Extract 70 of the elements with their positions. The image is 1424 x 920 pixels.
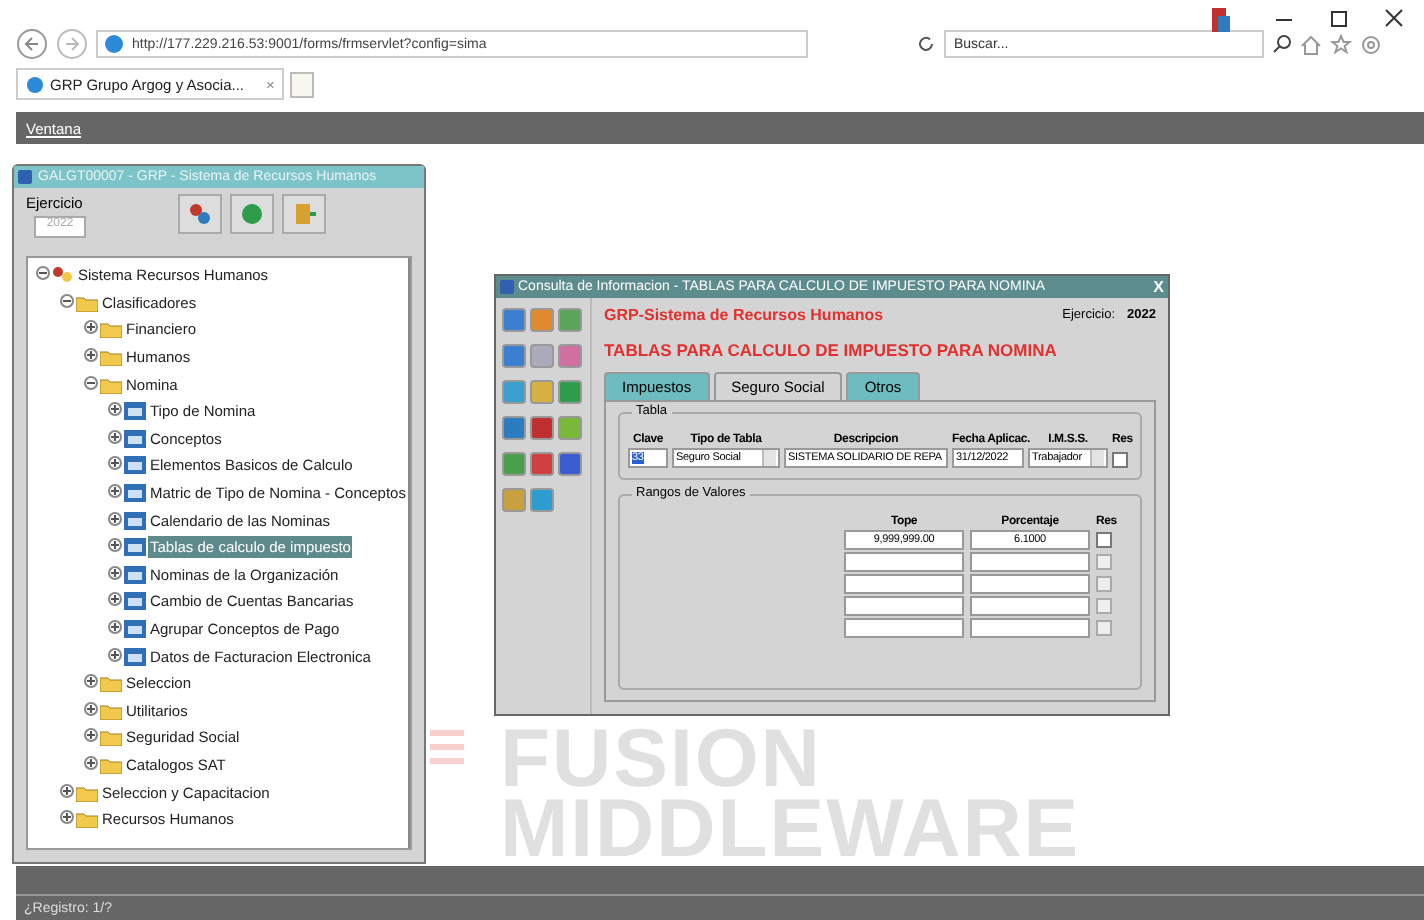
- forward-button[interactable]: [56, 28, 88, 60]
- globe-icon: [104, 34, 124, 54]
- back-button[interactable]: [16, 28, 48, 60]
- expander-icon[interactable]: [108, 402, 122, 421]
- form-icon: [124, 592, 146, 611]
- input-field[interactable]: [970, 552, 1090, 572]
- form-icon: [124, 429, 146, 448]
- folder-icon: [76, 293, 98, 312]
- close-button[interactable]: X: [1153, 278, 1164, 296]
- globe-icon: [26, 75, 44, 93]
- expander-icon[interactable]: [84, 728, 98, 747]
- folder-icon: [100, 755, 122, 774]
- input-field[interactable]: [844, 618, 964, 638]
- form-icon: [124, 456, 146, 475]
- checkbox[interactable]: [1096, 532, 1112, 548]
- expander-icon[interactable]: [84, 348, 98, 367]
- people-icon: [52, 266, 74, 285]
- system-title: GRP-Sistema de Recursos Humanos: [604, 306, 886, 324]
- expander-icon[interactable]: [108, 456, 122, 475]
- input-field[interactable]: [970, 574, 1090, 594]
- door-icon[interactable]: [282, 194, 326, 234]
- folder-icon: [76, 810, 98, 829]
- form-icon: [124, 620, 146, 639]
- form-icon: [124, 538, 146, 557]
- search-icon[interactable]: [1272, 34, 1292, 54]
- form-heading: TABLAS PARA CALCULO DE IMPUESTO PARA NOMINA: [604, 340, 1059, 360]
- expander-icon[interactable]: [60, 810, 74, 829]
- input-field[interactable]: [970, 618, 1090, 638]
- folder-icon: [100, 728, 122, 747]
- expander-icon[interactable]: [36, 266, 50, 285]
- expander-icon[interactable]: [108, 620, 122, 639]
- expander-icon[interactable]: [84, 375, 98, 394]
- form-icon: [124, 402, 146, 421]
- expander-icon[interactable]: [108, 429, 122, 448]
- expander-icon[interactable]: [84, 320, 98, 339]
- checkbox[interactable]: [1112, 452, 1128, 468]
- input-field[interactable]: [844, 574, 964, 594]
- expander-icon[interactable]: [108, 511, 122, 530]
- expander-icon[interactable]: [84, 755, 98, 774]
- form-icon: [124, 484, 146, 503]
- stripes-drawing: [430, 730, 464, 764]
- settings-icon[interactable]: [1360, 33, 1382, 55]
- folder-icon: [76, 783, 98, 802]
- expander-icon[interactable]: [108, 538, 122, 557]
- scrollbar[interactable]: [407, 258, 410, 848]
- new-tab-button[interactable]: [290, 71, 315, 97]
- expander-icon[interactable]: [108, 592, 122, 611]
- input-field[interactable]: [970, 596, 1090, 616]
- expander-icon[interactable]: [84, 674, 98, 693]
- expander-icon[interactable]: [108, 647, 122, 666]
- app-icon: [18, 170, 32, 184]
- folder-icon: [100, 674, 122, 693]
- form-icon: [124, 565, 146, 584]
- folder-icon: [100, 701, 122, 720]
- expander-icon[interactable]: [84, 701, 98, 720]
- app-icon: [500, 280, 514, 294]
- folder-icon: [100, 320, 122, 339]
- form-icon: [124, 647, 146, 666]
- input-field[interactable]: [844, 552, 964, 572]
- expander-icon[interactable]: [108, 484, 122, 503]
- people-icon[interactable]: [178, 194, 222, 234]
- expander-icon[interactable]: [60, 293, 74, 312]
- form-icon: [124, 511, 146, 530]
- expander-icon[interactable]: [60, 783, 74, 802]
- star-icon[interactable]: [1330, 33, 1352, 55]
- folder-icon: [100, 375, 122, 394]
- input-field[interactable]: [844, 596, 964, 616]
- folder-icon: [100, 348, 122, 367]
- home-icon[interactable]: [1300, 33, 1322, 55]
- expander-icon[interactable]: [108, 565, 122, 584]
